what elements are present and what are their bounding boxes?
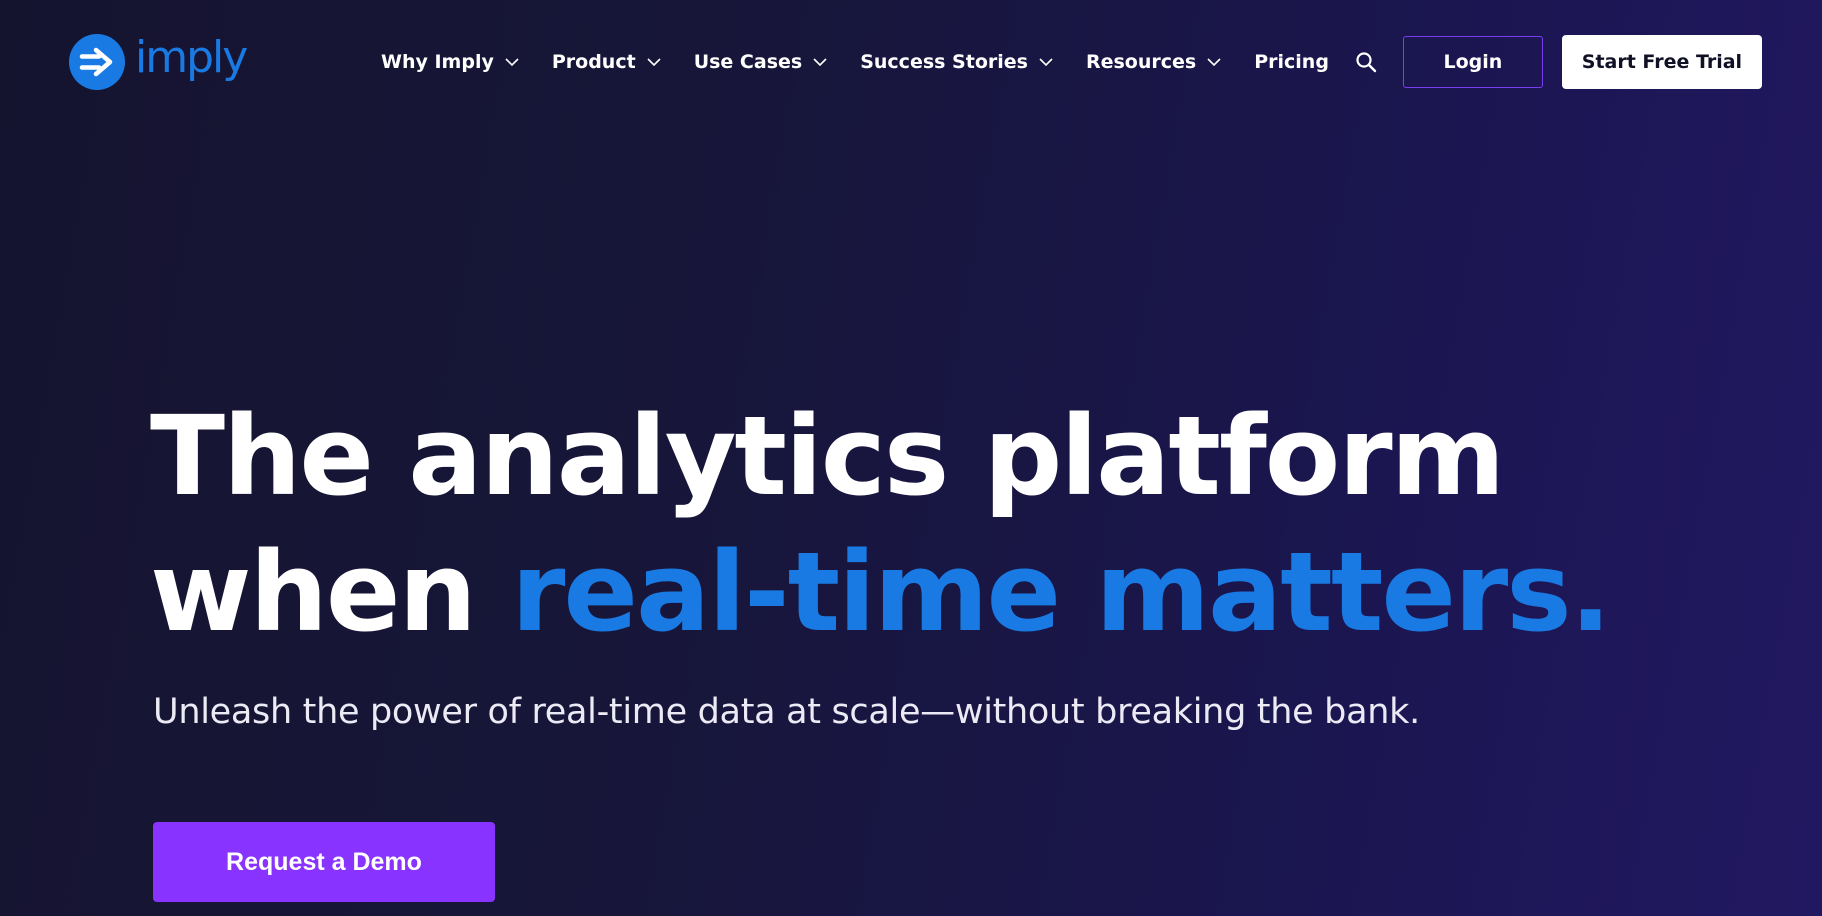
top-navbar: imply Why Imply Product Use Cases Succes… — [0, 0, 1822, 126]
search-button[interactable] — [1353, 49, 1379, 75]
nav-item-resources[interactable]: Resources — [1086, 51, 1222, 73]
request-demo-button[interactable]: Request a Demo — [153, 822, 495, 902]
arrow-right-circle-icon — [69, 34, 125, 90]
imply-logo[interactable]: imply — [69, 32, 248, 90]
chevron-down-icon — [505, 58, 519, 67]
nav-item-label: Success Stories — [860, 51, 1028, 73]
hero-subtitle: Unleash the power of real-time data at s… — [153, 692, 1420, 732]
chevron-down-icon — [647, 58, 661, 67]
nav-item-label: Why Imply — [381, 51, 494, 73]
chevron-down-icon — [1039, 58, 1053, 67]
hero-title-accent: real-time matters. — [511, 528, 1611, 656]
hero-title-line1: The analytics platform — [150, 392, 1505, 520]
chevron-down-icon — [813, 58, 827, 67]
chevron-down-icon — [1207, 58, 1221, 67]
hero-title-line2: when — [150, 528, 512, 656]
nav-item-product[interactable]: Product — [552, 51, 662, 73]
nav-item-label: Use Cases — [693, 51, 803, 73]
search-icon — [1356, 52, 1377, 73]
nav-item-use-cases[interactable]: Use Cases — [694, 51, 829, 73]
nav-item-label: Product — [551, 51, 636, 73]
logo-wordmark: imply — [135, 32, 248, 83]
start-free-trial-button[interactable]: Start Free Trial — [1561, 35, 1762, 89]
nav-item-success-stories[interactable]: Success Stories — [860, 51, 1054, 73]
nav-item-why-imply[interactable]: Why Imply — [381, 51, 520, 73]
login-button[interactable]: Login — [1402, 36, 1543, 88]
nav-item-label: Resources — [1085, 51, 1197, 73]
nav-item-label: Pricing — [1254, 51, 1329, 73]
main-nav: Why Imply Product Use Cases Success Stor… — [381, 35, 1762, 89]
nav-item-pricing[interactable]: Pricing — [1254, 51, 1329, 73]
hero-title: The analytics platform when real-time mat… — [150, 388, 1612, 660]
